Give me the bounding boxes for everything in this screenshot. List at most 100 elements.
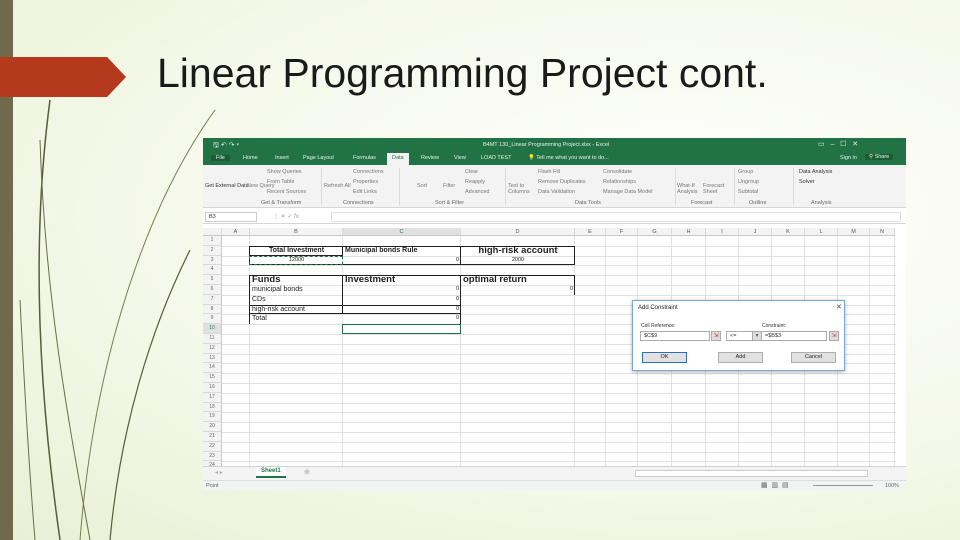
row-header-5[interactable]: 5 xyxy=(203,275,222,285)
formula-input[interactable] xyxy=(331,212,901,222)
tab-view[interactable]: View xyxy=(454,155,466,161)
formula-bar-icons[interactable]: ⋮ ✕ ✓ 𝑓x xyxy=(273,213,299,221)
cancel-button[interactable]: Cancel xyxy=(791,352,836,363)
reapply-button[interactable]: Reapply xyxy=(465,179,485,185)
range-picker-icon[interactable]: ⇲ xyxy=(711,331,721,341)
subtotal-button[interactable]: Subtotal xyxy=(738,189,758,195)
column-header-N[interactable]: N xyxy=(870,228,895,236)
row-header-3[interactable]: 3 xyxy=(203,255,222,266)
view-icons[interactable]: ▦ ▥ ▤ xyxy=(761,481,789,489)
from-table-button[interactable]: From Table xyxy=(267,179,294,185)
manage-data-model-button[interactable]: Manage Data Model xyxy=(603,189,653,195)
row-header-19[interactable]: 19 xyxy=(203,412,222,423)
column-header-H[interactable]: H xyxy=(672,228,706,236)
sign-in-link[interactable]: Sign in xyxy=(840,155,857,161)
row-header-22[interactable]: 22 xyxy=(203,441,222,452)
add-sheet-icon[interactable]: ⊕ xyxy=(304,468,310,476)
relationships-button[interactable]: Relationships xyxy=(603,179,636,185)
quick-access-icons[interactable]: 🖫 ↶ ↷ ▾ xyxy=(213,141,239,152)
zoom-slider[interactable] xyxy=(813,485,873,486)
clear-button[interactable]: Clear xyxy=(465,169,478,175)
tell-me-box[interactable]: 💡 Tell me what you want to do... xyxy=(528,155,609,161)
row-header-20[interactable]: 20 xyxy=(203,422,222,432)
row-header-6[interactable]: 6 xyxy=(203,285,222,295)
row-header-8[interactable]: 8 xyxy=(203,304,222,315)
group-sort-filter: Sort & Filter xyxy=(435,200,465,206)
sheet-nav-arrows[interactable]: ◂ ▸ xyxy=(215,469,223,476)
what-if-button[interactable]: What-If Analysis xyxy=(677,183,701,195)
tab-home[interactable]: Home xyxy=(243,155,258,161)
flash-fill-button[interactable]: Flash Fill xyxy=(538,169,560,175)
advanced-button[interactable]: Advanced xyxy=(465,189,489,195)
share-button[interactable]: ⚲ Share xyxy=(865,154,894,160)
row-header-21[interactable]: 21 xyxy=(203,432,222,442)
row-header-4[interactable]: 4 xyxy=(203,265,222,276)
row-header-15[interactable]: 15 xyxy=(203,373,222,383)
edit-links-button[interactable]: Edit Links xyxy=(353,189,377,195)
row-header-23[interactable]: 23 xyxy=(203,451,222,462)
tab-page-layout[interactable]: Page Layout xyxy=(303,155,334,161)
name-box[interactable]: B3 xyxy=(205,212,257,222)
row-header-18[interactable]: 18 xyxy=(203,402,222,413)
consolidate-button[interactable]: Consolidate xyxy=(603,169,632,175)
column-header-F[interactable]: F xyxy=(606,228,638,236)
sheet-tab-sheet1[interactable]: Sheet1 xyxy=(256,467,286,478)
column-header-M[interactable]: M xyxy=(838,228,870,236)
row-header-17[interactable]: 17 xyxy=(203,392,222,403)
add-button[interactable]: Add xyxy=(718,352,763,363)
get-external-data-button[interactable]: Get External Data xyxy=(205,183,249,189)
row-header-12[interactable]: 12 xyxy=(203,343,222,354)
constraint-input[interactable]: =$B$3 xyxy=(761,331,827,341)
window-controls[interactable]: ▭ – ☐ ✕ xyxy=(818,140,858,148)
row-header-10[interactable]: 10 xyxy=(203,324,222,334)
column-header-I[interactable]: I xyxy=(706,228,739,236)
range-picker-icon[interactable]: ⇲ xyxy=(829,331,839,341)
connections-button[interactable]: Connections xyxy=(353,169,384,175)
column-header-K[interactable]: K xyxy=(772,228,805,236)
tab-insert[interactable]: Insert xyxy=(275,155,289,161)
solver-button[interactable]: Solver xyxy=(799,179,815,185)
group-button[interactable]: Group xyxy=(738,169,753,175)
horizontal-scrollbar[interactable] xyxy=(635,470,868,477)
cell-reference-input[interactable]: $C$9 xyxy=(640,331,710,341)
row-header-9[interactable]: 9 xyxy=(203,314,222,325)
text-to-columns-button[interactable]: Text to Columns xyxy=(508,183,534,195)
tab-review[interactable]: Review xyxy=(421,155,439,161)
remove-duplicates-button[interactable]: Remove Duplicates xyxy=(538,179,586,185)
tab-formulas[interactable]: Formulas xyxy=(353,155,376,161)
tab-file[interactable]: File xyxy=(211,155,230,161)
tab-data[interactable]: Data xyxy=(387,153,409,165)
show-queries-button[interactable]: Show Queries xyxy=(267,169,302,175)
row-header-2[interactable]: 2 xyxy=(203,245,222,256)
ungroup-button[interactable]: Ungroup xyxy=(738,179,759,185)
row-header-7[interactable]: 7 xyxy=(203,294,222,305)
column-header-B[interactable]: B xyxy=(250,228,343,236)
data-validation-button[interactable]: Data Validation xyxy=(538,189,575,195)
column-header-L[interactable]: L xyxy=(805,228,838,236)
column-header-D[interactable]: D xyxy=(461,228,575,236)
row-header-14[interactable]: 14 xyxy=(203,363,222,374)
tab-load-test[interactable]: LOAD TEST xyxy=(481,155,511,161)
excel-window: 🖫 ↶ ↷ ▾ B4MT 130_Linear Programming Proj… xyxy=(203,138,906,490)
recent-sources-button[interactable]: Recent Sources xyxy=(267,189,306,195)
filter-button[interactable]: Filter xyxy=(443,183,455,189)
column-header-J[interactable]: J xyxy=(739,228,772,236)
properties-button[interactable]: Properties xyxy=(353,179,378,185)
row-header-1[interactable]: 1 xyxy=(203,236,222,246)
forecast-sheet-button[interactable]: Forecast Sheet xyxy=(703,183,727,195)
data-analysis-button[interactable]: Data Analysis xyxy=(799,169,832,175)
sort-button[interactable]: Sort xyxy=(417,183,427,189)
column-header-A[interactable]: A xyxy=(222,228,250,236)
ok-button[interactable]: OK xyxy=(642,352,687,363)
row-header-11[interactable]: 11 xyxy=(203,334,222,344)
column-header-G[interactable]: G xyxy=(638,228,672,236)
row-header-16[interactable]: 16 xyxy=(203,383,222,393)
close-icon[interactable]: ✕ xyxy=(836,303,842,311)
ribbon-data: Get External Data New Query Show Queries… xyxy=(203,165,906,208)
row-header-13[interactable]: 13 xyxy=(203,353,222,364)
select-all-corner[interactable] xyxy=(203,228,222,236)
column-header-E[interactable]: E xyxy=(575,228,606,236)
operator-select[interactable]: <= xyxy=(726,331,754,341)
refresh-all-button[interactable]: Refresh All xyxy=(324,183,351,189)
column-header-C[interactable]: C xyxy=(343,228,461,236)
